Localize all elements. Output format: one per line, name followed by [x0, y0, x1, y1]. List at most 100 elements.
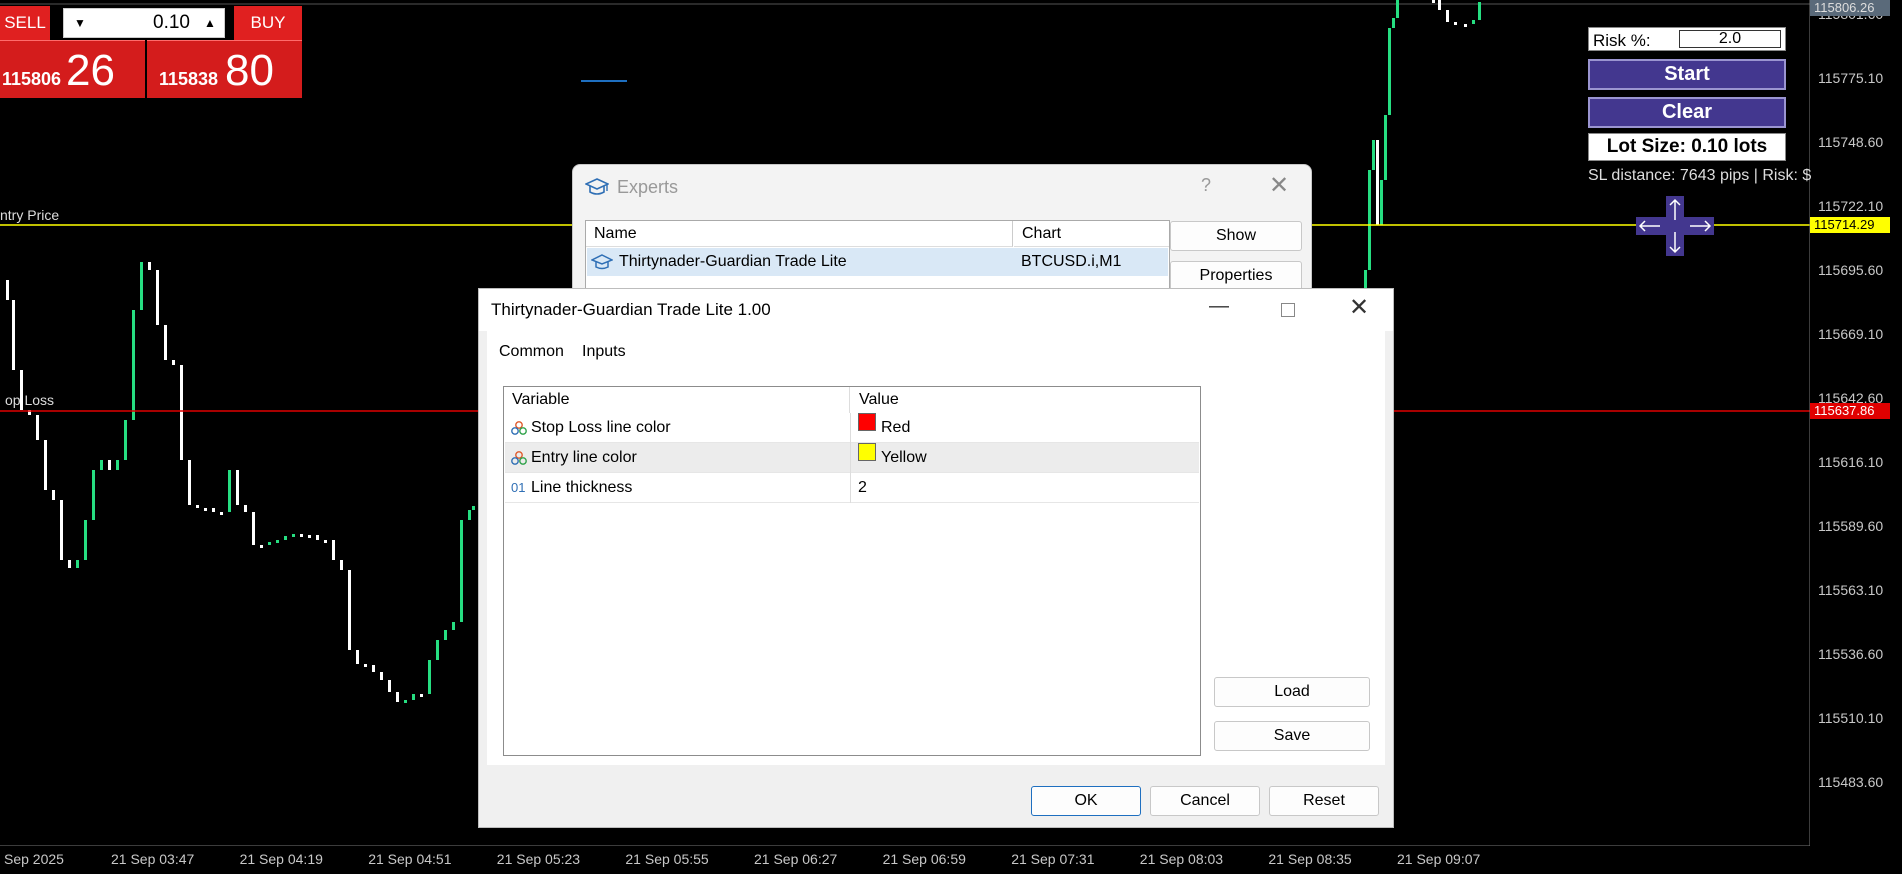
price-axis-label: 115775.10 — [1818, 70, 1884, 86]
expert-name: Thirtynader-Guardian Trade Lite — [619, 253, 847, 270]
candle — [316, 535, 319, 540]
column-variable[interactable]: Variable — [504, 387, 850, 413]
input-row[interactable]: 01 Line thickness 2 — [505, 473, 1199, 503]
current-price-tag: 115806.26 — [1810, 0, 1890, 16]
input-row[interactable]: Stop Loss line color Red — [505, 413, 1199, 443]
properties-button[interactable]: Properties — [1170, 261, 1302, 291]
candle — [308, 535, 311, 538]
minimize-icon[interactable]: — — [1209, 295, 1229, 318]
stop-loss-label: op Loss — [5, 392, 55, 408]
candle — [76, 560, 79, 568]
four-way-arrows-icon[interactable] — [1636, 196, 1714, 256]
candle — [1432, 0, 1435, 3]
risk-percent-label: Risk %: — [1593, 31, 1651, 50]
candle — [428, 660, 431, 694]
graduation-cap-icon — [585, 178, 609, 195]
candle — [108, 460, 111, 470]
time-axis-label: 21 Sep 06:27 — [754, 851, 838, 867]
sell-button[interactable]: SELL — [0, 6, 50, 40]
input-value[interactable]: Red — [881, 413, 910, 443]
sell-price-small: 115806 — [2, 69, 62, 89]
tab-inputs[interactable]: Inputs — [582, 343, 626, 361]
lot-stepper[interactable]: ▼ 0.10 ▲ — [63, 8, 225, 38]
price-axis-label: 115616.10 — [1818, 454, 1884, 470]
lot-value[interactable]: 0.10 — [96, 9, 194, 37]
column-value[interactable]: Value — [851, 387, 1201, 413]
candle — [204, 508, 207, 511]
price-axis-label: 115722.10 — [1818, 198, 1884, 214]
buy-button[interactable]: BUY — [234, 6, 302, 40]
candle — [212, 508, 215, 512]
time-axis-label: 21 Sep 04:19 — [239, 851, 323, 867]
price-axis-label: 115563.10 — [1818, 582, 1884, 598]
ok-button[interactable]: OK — [1031, 786, 1141, 816]
input-value[interactable]: Yellow — [881, 443, 927, 473]
buy-price-small: 115838 — [159, 69, 219, 89]
close-icon[interactable]: ✕ — [1349, 293, 1369, 322]
cancel-button[interactable]: Cancel — [1150, 786, 1260, 816]
time-axis-label: 21 Sep 08:35 — [1268, 851, 1352, 867]
input-variable: Stop Loss line color — [531, 419, 671, 436]
candle — [188, 460, 191, 505]
candle — [252, 512, 255, 545]
sell-price-button[interactable]: 115806 26 — [0, 40, 145, 98]
clear-button[interactable]: Clear — [1588, 97, 1786, 128]
show-button[interactable]: Show — [1170, 221, 1302, 251]
candle — [52, 490, 55, 500]
buy-price-big: 80 — [225, 46, 274, 95]
column-divider — [850, 413, 851, 503]
column-name[interactable]: Name — [586, 221, 1013, 247]
graduation-cap-icon — [591, 254, 613, 270]
table-row[interactable]: Thirtynader-Guardian Trade Lite BTCUSD.i… — [587, 248, 1168, 276]
lot-decrease-icon[interactable]: ▼ — [66, 9, 94, 37]
input-row[interactable]: Entry line color Yellow — [505, 443, 1199, 473]
candle — [1364, 270, 1367, 290]
buy-price-button[interactable]: 115838 80 — [147, 40, 302, 98]
candle — [452, 622, 455, 630]
tab-common[interactable]: Common — [499, 343, 564, 361]
candle — [6, 280, 9, 300]
candle — [436, 640, 439, 660]
risk-percent-input[interactable]: 2.0 — [1679, 30, 1781, 48]
candle — [132, 310, 135, 420]
lot-size-display: Lot Size: 0.10 lots — [1588, 133, 1786, 161]
candle — [236, 470, 239, 505]
candle — [84, 520, 87, 560]
maximize-icon[interactable] — [1281, 303, 1295, 317]
candle — [1472, 20, 1475, 24]
candle — [276, 540, 279, 543]
integer-type-icon: 01 — [511, 480, 526, 495]
column-chart[interactable]: Chart — [1014, 221, 1169, 247]
time-axis-label: 21 Sep 03:47 — [111, 851, 195, 867]
candle — [244, 505, 247, 512]
dialog-titlebar: Thirtynader-Guardian Trade Lite 1.00 — ✕ — [479, 289, 1393, 331]
candle — [420, 694, 423, 697]
candle — [388, 680, 391, 692]
candle — [68, 560, 71, 568]
candle — [1454, 22, 1457, 25]
candle — [228, 470, 231, 512]
candle — [472, 506, 475, 510]
risk-percent-box: Risk %: 2.0 — [1588, 27, 1786, 51]
entry-price-label: ntry Price — [0, 207, 60, 223]
price-axis-label: 115510.10 — [1818, 710, 1884, 726]
candle — [1384, 115, 1387, 180]
lot-increase-icon[interactable]: ▲ — [196, 9, 224, 37]
candle — [36, 415, 39, 440]
start-button[interactable]: Start — [1588, 59, 1786, 90]
input-value[interactable]: 2 — [858, 473, 867, 503]
reset-button[interactable]: Reset — [1269, 786, 1379, 816]
close-icon[interactable]: ✕ — [1269, 171, 1289, 200]
candle — [148, 262, 151, 270]
color-palette-icon — [511, 451, 527, 465]
time-axis-label: 21 Sep 08:03 — [1139, 851, 1224, 867]
help-button[interactable]: ? — [1201, 175, 1211, 196]
candle — [172, 360, 175, 365]
load-button[interactable]: Load — [1214, 677, 1370, 707]
save-button[interactable]: Save — [1214, 721, 1370, 751]
candle — [300, 534, 303, 537]
candle — [220, 512, 223, 515]
inputs-grid: Variable Value Stop Loss line color Red … — [503, 386, 1201, 756]
candle — [268, 542, 271, 545]
candle — [1392, 18, 1395, 28]
